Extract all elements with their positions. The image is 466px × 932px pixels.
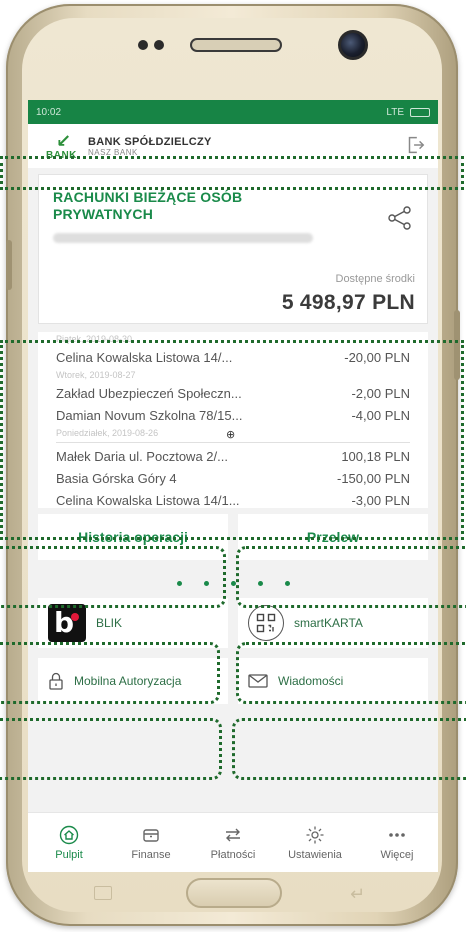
transaction-amount: -20,00 PLN <box>344 349 410 365</box>
status-time: 10:02 <box>36 106 62 118</box>
transaction-list[interactable]: Piątek, 2019-08-30 Celina Kowalska Listo… <box>38 332 428 508</box>
logo-wordmark: BANK <box>46 150 77 161</box>
transaction-row[interactable]: Basia Górska Góry 4 -150,00 PLN <box>56 467 410 489</box>
transaction-name: Celina Kowalska Listowa 14/1... <box>56 492 240 508</box>
page-dot[interactable] <box>230 580 236 586</box>
mobile-auth-tile[interactable]: Mobilna Autoryzacja <box>38 658 228 704</box>
blik-tile[interactable]: b BLIK <box>38 598 228 648</box>
transaction-row[interactable]: Małek Daria ul. Pocztowa 2/... 100,18 PL… <box>56 445 410 467</box>
action-row: Historia operacji Przelew <box>38 514 428 560</box>
bank-name: BANK SPÓŁDZIELCZY <box>88 135 212 148</box>
network-label: LTE <box>386 106 404 118</box>
front-camera <box>338 30 368 60</box>
battery-icon <box>410 107 430 117</box>
transaction-date: Wtorek, 2019-08-27 <box>56 370 136 380</box>
bank-subtitle: NASZ BANK <box>88 147 138 157</box>
page-indicator[interactable] <box>28 578 438 588</box>
account-number-blurred <box>53 233 313 243</box>
logo-mark: ↙ BANK <box>46 131 82 161</box>
page-dot[interactable] <box>203 580 209 586</box>
nav-ustawienia[interactable]: Ustawienia <box>276 825 354 861</box>
envelope-icon <box>248 674 268 688</box>
transaction-row[interactable]: Celina Kowalska Listowa 14/1... -3,00 PL… <box>56 489 410 508</box>
recent-apps-icon[interactable] <box>94 886 112 900</box>
share-icon[interactable] <box>387 205 413 231</box>
transaction-amount: -4,00 PLN <box>351 407 410 423</box>
transaction-name: Celina Kowalska Listowa 14/... <box>56 349 233 365</box>
power-button <box>454 310 460 380</box>
nav-pulpit[interactable]: Pulpit <box>30 825 108 861</box>
hardware-buttons: ↵ <box>28 872 438 912</box>
padlock-icon <box>49 672 63 690</box>
nav-label: Ustawienia <box>288 848 342 861</box>
account-title: RACHUNKI BIEŻĄCE OSÓB PRYWATNYCH <box>53 189 243 222</box>
app-header: ↙ BANK BANK SPÓŁDZIELCZY NASZ BANK <box>28 124 438 168</box>
home-icon <box>59 825 79 844</box>
balance-value: 5 498,97 PLN <box>281 291 415 314</box>
transaction-amount: -150,00 PLN <box>337 470 410 486</box>
transaction-name: Damian Novum Szkolna 78/15... <box>56 407 243 423</box>
transaction-name: Basia Górska Góry 4 <box>56 470 177 486</box>
page-dot[interactable] <box>257 580 263 586</box>
drag-handle-icon[interactable]: ⊕ <box>226 428 235 441</box>
back-icon[interactable]: ↵ <box>350 884 365 905</box>
nav-label: Pulpit <box>55 848 83 861</box>
mobile-auth-label: Mobilna Autoryzacja <box>74 674 182 688</box>
messages-tile[interactable]: Wiadomości <box>238 658 428 704</box>
gear-icon <box>306 826 324 843</box>
transaction-date: Piątek, 2019-08-30 <box>56 334 133 344</box>
app-screen: 10:02 LTE ↙ BANK BANK SPÓŁDZIELCZY NASZ … <box>28 100 438 872</box>
nav-label: Więcej <box>380 848 414 861</box>
page-dot[interactable] <box>284 580 290 586</box>
bank-logo: ↙ BANK BANK SPÓŁDZIELCZY NASZ BANK <box>46 131 212 161</box>
sensor-dots <box>138 40 164 50</box>
smartkarta-label: smartKARTA <box>294 616 363 630</box>
account-card[interactable]: RACHUNKI BIEŻĄCE OSÓB PRYWATNYCH Dostępn… <box>38 174 428 324</box>
messages-label: Wiadomości <box>278 674 344 688</box>
qr-code-icon <box>248 605 284 641</box>
blik-icon: b <box>48 604 86 642</box>
transaction-row[interactable]: Celina Kowalska Listowa 14/... -20,00 PL… <box>56 346 410 368</box>
transaction-amount: -2,00 PLN <box>351 385 410 401</box>
home-button[interactable] <box>186 878 282 908</box>
smartkarta-tile[interactable]: smartKARTA <box>238 598 428 648</box>
nav-label: Finanse <box>131 848 171 861</box>
status-bar: 10:02 LTE <box>28 100 438 124</box>
page-dot[interactable] <box>176 580 182 586</box>
transaction-row[interactable]: Damian Novum Szkolna 78/15... -4,00 PLN <box>56 404 410 426</box>
transaction-row[interactable]: Zakład Ubezpieczeń Społeczn... -2,00 PLN <box>56 382 410 404</box>
nav-label: Płatności <box>210 848 256 861</box>
transaction-amount: -3,00 PLN <box>351 492 410 508</box>
more-dots-icon <box>389 832 405 837</box>
volume-button <box>6 240 12 290</box>
logout-icon[interactable] <box>404 134 426 156</box>
nav-wiecej[interactable]: Więcej <box>358 825 436 861</box>
transaction-amount: 100,18 PLN <box>341 448 410 464</box>
logo-arrow-icon: ↙ <box>56 131 72 151</box>
nav-finanse[interactable]: Finanse <box>112 825 190 861</box>
history-button[interactable]: Historia operacji <box>38 514 228 560</box>
list-divider <box>56 442 410 443</box>
wallet-icon <box>143 828 159 842</box>
blik-label: BLIK <box>96 616 123 630</box>
bottom-navigation: Pulpit Finanse Płatności Ustawienia Więc… <box>28 812 438 872</box>
transfer-arrows-icon <box>226 828 240 841</box>
earpiece-speaker <box>190 38 282 52</box>
transaction-name: Małek Daria ul. Pocztowa 2/... <box>56 448 228 464</box>
transaction-name: Zakład Ubezpieczeń Społeczn... <box>56 385 242 401</box>
tile-row-payments: b BLIK smartKARTA <box>38 598 428 648</box>
transfer-button[interactable]: Przelew <box>238 514 428 560</box>
nav-platnosci[interactable]: Płatności <box>194 825 272 861</box>
balance-label: Dostępne środki <box>335 273 416 285</box>
tile-row-security: Mobilna Autoryzacja Wiadomości <box>38 658 428 704</box>
